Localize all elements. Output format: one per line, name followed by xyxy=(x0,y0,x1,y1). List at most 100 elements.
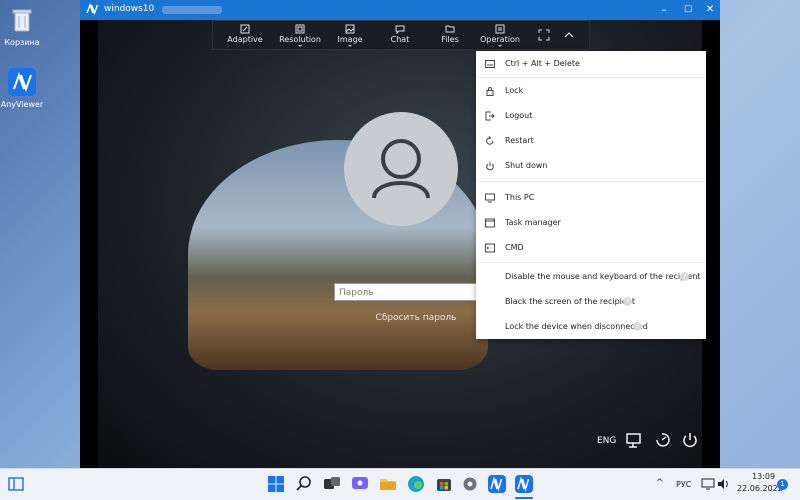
clock-date[interactable]: 22.06.2022 xyxy=(737,484,783,493)
operation-menu: Ctrl + Alt + Delete Lock Logout Restart … xyxy=(476,51,706,339)
redacted-id xyxy=(162,6,222,14)
clock-time[interactable]: 13:09 xyxy=(752,472,775,481)
operation-label: Operation xyxy=(480,35,520,44)
menu-item-label: Black the screen of the recipient xyxy=(505,297,636,306)
help-icon[interactable]: ? xyxy=(680,272,689,281)
lock-icon xyxy=(486,87,494,96)
logout-icon xyxy=(485,111,495,121)
monitor-icon xyxy=(485,193,495,203)
title-bar[interactable]: windows10 – ☐ ✕ xyxy=(80,0,720,20)
minimize-button[interactable]: – xyxy=(656,2,672,18)
language-indicator[interactable]: ENG xyxy=(597,436,616,446)
fullscreen-icon[interactable] xyxy=(538,29,550,41)
reset-password-link[interactable]: Сбросить пароль xyxy=(334,313,498,323)
settings-icon[interactable] xyxy=(460,474,480,494)
network-icon[interactable] xyxy=(624,430,644,450)
menu-item-label: Lock the device when disconnected xyxy=(505,322,648,331)
volume-icon[interactable] xyxy=(716,477,730,491)
menu-item-label: Task manager xyxy=(505,218,561,227)
resolution-label: Resolution xyxy=(279,35,321,44)
desktop-icon-anyviewer[interactable]: AnyViewer xyxy=(0,68,44,109)
chevron-up-icon[interactable] xyxy=(563,29,575,41)
files-label: Files xyxy=(441,35,459,44)
user-avatar xyxy=(344,112,458,226)
chat-icon[interactable] xyxy=(350,474,370,494)
anyviewer-logo-icon xyxy=(86,3,99,15)
tray-language[interactable]: РУС xyxy=(676,480,691,489)
help-icon[interactable]: ? xyxy=(633,322,642,331)
store-icon[interactable] xyxy=(434,474,454,494)
menu-item-label: Disable the mouse and keyboard of the re… xyxy=(505,272,701,281)
adaptive-label: Adaptive xyxy=(227,35,263,44)
menu-item-lock[interactable]: Lock xyxy=(476,80,706,102)
anyviewer-icon[interactable] xyxy=(487,474,507,494)
operation-icon xyxy=(495,24,505,34)
network-icon[interactable] xyxy=(701,477,715,491)
password-placeholder: Пароль xyxy=(339,288,374,298)
adaptive-button[interactable]: Adaptive xyxy=(221,21,269,49)
cmd-icon xyxy=(485,243,495,253)
keyboard-icon xyxy=(485,60,495,68)
close-button[interactable]: ✕ xyxy=(702,2,718,18)
taskbar: ^ РУС 13:09 22.06.2022 1 xyxy=(0,468,800,500)
menu-item-ctrl-alt-delete[interactable]: Ctrl + Alt + Delete xyxy=(476,53,706,75)
menu-item-lock-on-disconnect[interactable]: Lock the device when disconnected ? xyxy=(476,316,706,338)
anyviewer-app-icon xyxy=(8,68,36,96)
menu-item-label: Shut down xyxy=(505,161,548,170)
menu-divider xyxy=(476,181,706,182)
folder-icon xyxy=(445,25,455,33)
menu-item-label: Lock xyxy=(505,86,524,95)
menu-item-label: Restart xyxy=(505,136,534,145)
maximize-button[interactable]: ☐ xyxy=(680,2,696,18)
adaptive-icon xyxy=(240,24,250,34)
menu-item-shut-down[interactable]: Shut down xyxy=(476,155,706,177)
resolution-icon xyxy=(295,24,305,34)
chevron-down-icon xyxy=(348,45,352,47)
menu-item-label: CMD xyxy=(505,243,524,252)
image-button[interactable]: Image xyxy=(326,21,374,49)
chat-button[interactable]: Chat xyxy=(376,21,424,49)
file-explorer-icon[interactable] xyxy=(378,474,398,494)
anyviewer-active-icon[interactable] xyxy=(514,474,534,494)
menu-divider xyxy=(476,77,706,78)
menu-item-cmd[interactable]: CMD xyxy=(476,237,706,259)
menu-item-restart[interactable]: Restart xyxy=(476,130,706,152)
image-label: Image xyxy=(337,35,363,44)
remote-toolbar: Adaptive Resolution Image Chat Files Ope… xyxy=(212,20,590,50)
menu-divider xyxy=(476,262,706,263)
chat-icon xyxy=(395,25,405,34)
notification-badge[interactable]: 1 xyxy=(777,479,788,490)
desktop-icon-label: AnyViewer xyxy=(0,100,44,109)
help-icon[interactable]: ? xyxy=(623,297,632,306)
task-view-icon[interactable] xyxy=(322,474,342,494)
desktop-icon-label: Корзина xyxy=(4,38,40,47)
desktop-icon-recycle-bin[interactable]: Корзина xyxy=(0,6,44,47)
user-icon xyxy=(372,139,430,199)
edge-icon[interactable] xyxy=(406,474,426,494)
menu-item-label: Ctrl + Alt + Delete xyxy=(505,59,580,68)
power-icon xyxy=(486,162,494,171)
tray-overflow-icon[interactable]: ^ xyxy=(656,478,664,488)
chevron-down-icon xyxy=(498,45,502,47)
start-icon[interactable] xyxy=(266,474,286,494)
accessibility-icon[interactable] xyxy=(652,430,672,450)
menu-item-black-screen[interactable]: Black the screen of the recipient ? xyxy=(476,291,706,313)
task-manager-icon xyxy=(485,218,495,228)
resolution-button[interactable]: Resolution xyxy=(276,21,324,49)
show-desktop-icon[interactable] xyxy=(6,474,26,494)
power-icon[interactable] xyxy=(680,430,700,450)
restart-icon xyxy=(486,136,494,145)
menu-item-logout[interactable]: Logout xyxy=(476,105,706,127)
password-field[interactable]: Пароль xyxy=(334,283,484,301)
chat-label: Chat xyxy=(390,35,410,44)
operation-button[interactable]: Operation xyxy=(476,21,524,49)
files-button[interactable]: Files xyxy=(426,21,474,49)
chevron-down-icon xyxy=(298,45,302,47)
menu-item-task-manager[interactable]: Task manager xyxy=(476,212,706,234)
menu-item-this-pc[interactable]: This PC xyxy=(476,187,706,209)
search-icon[interactable] xyxy=(294,474,314,494)
menu-item-label: Logout xyxy=(505,111,533,120)
menu-item-disable-input[interactable]: Disable the mouse and keyboard of the re… xyxy=(476,266,706,288)
recycle-bin-icon xyxy=(12,9,32,32)
menu-item-label: This PC xyxy=(505,193,535,202)
